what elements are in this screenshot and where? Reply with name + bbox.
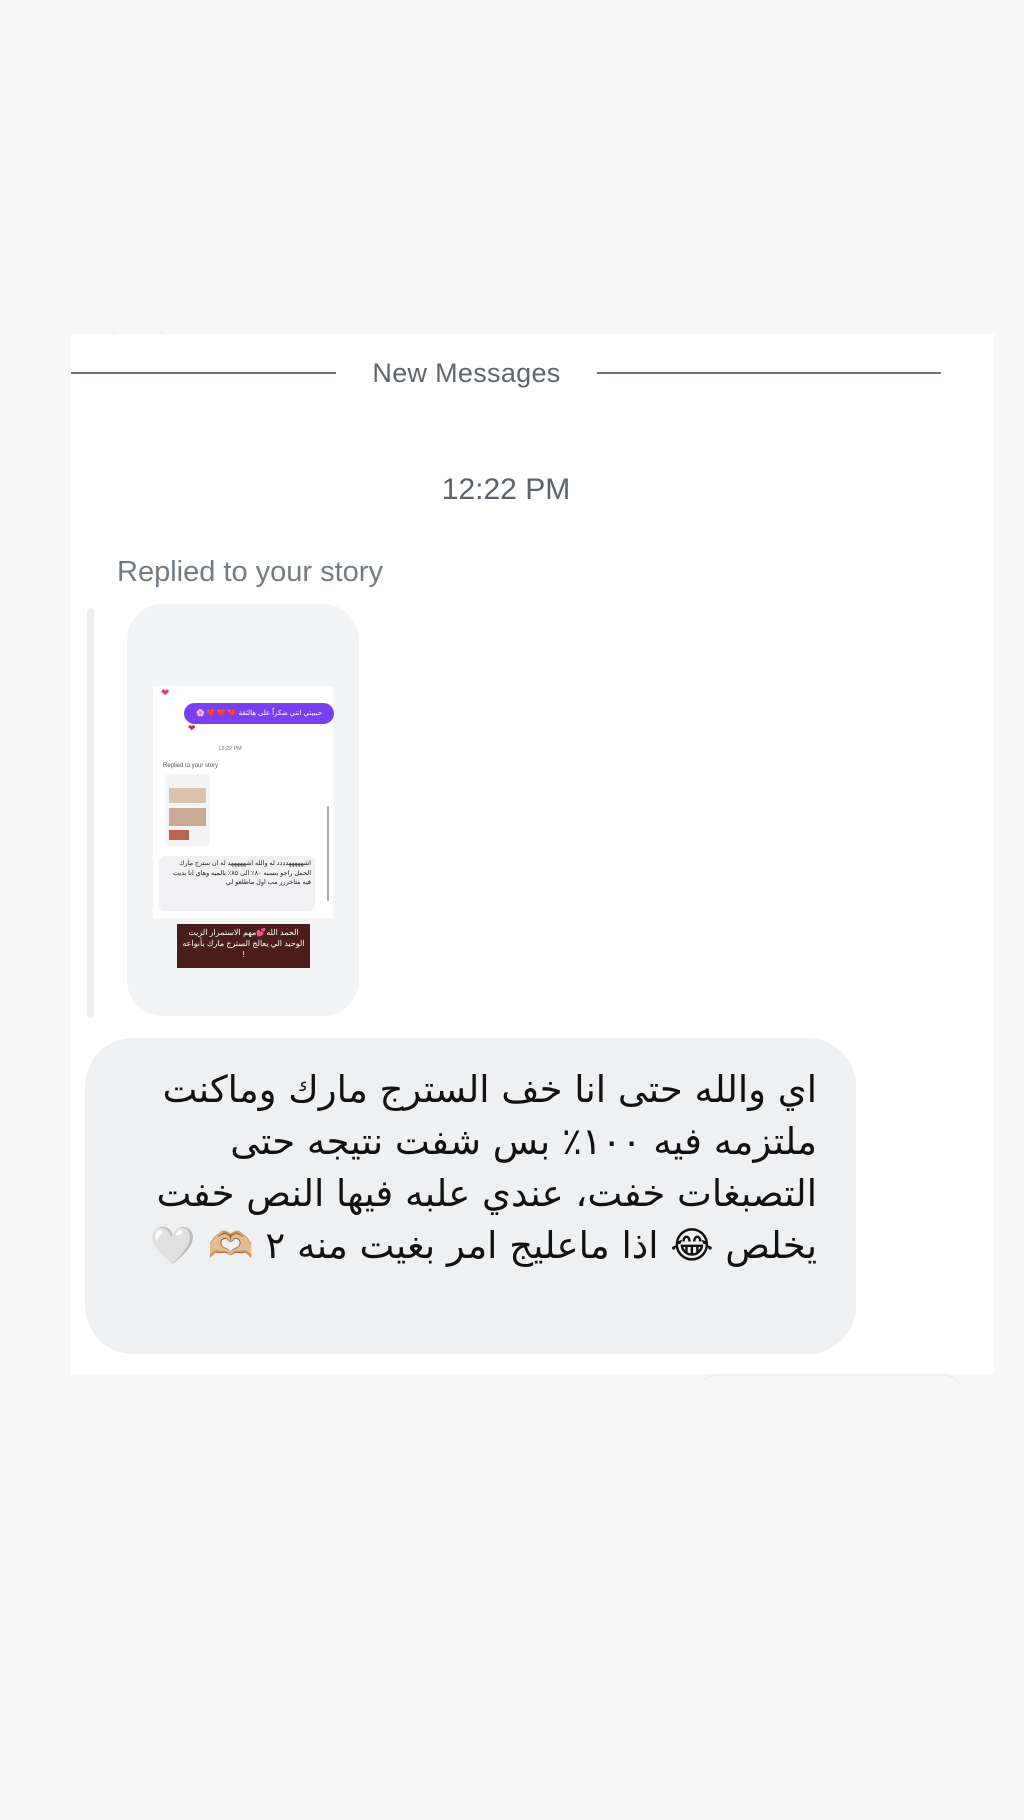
story-bubble: حبيبتي انتي شكراً على هالثقة ❤️ ❤️ ❤️ 🌸 xyxy=(184,703,334,724)
story-photo xyxy=(169,788,206,803)
story-caption: الحمد الله💕مهم الاستمرار الزيت الوحيد ال… xyxy=(177,924,310,968)
heart-reaction-icon: ❤ xyxy=(188,723,196,733)
story-replied-label: Replied to your story xyxy=(163,763,219,769)
message-timestamp: 12:22 PM xyxy=(441,473,571,506)
divider-line-right xyxy=(597,372,941,374)
story-time: 12:22 PM xyxy=(218,746,242,752)
message-text: اي والله حتى انا خف السترج مارك وماكنت م… xyxy=(149,1068,817,1267)
heart-icon: ❤ xyxy=(161,688,170,699)
reply-quote-bar xyxy=(87,608,94,1018)
new-messages-label: New Messages xyxy=(372,358,561,388)
story-scrollbar xyxy=(327,806,329,901)
replied-to-story-label: Replied to your story xyxy=(117,556,383,588)
chat-thread: New Messages 12:22 PM Replied to your st… xyxy=(71,334,994,1374)
story-photo xyxy=(169,808,206,826)
story-photo xyxy=(169,830,189,840)
divider-line-left xyxy=(71,372,336,374)
story-screenshot: ❤ حبيبتي انتي شكراً على هالثقة ❤️ ❤️ ❤️ … xyxy=(153,686,334,918)
story-image xyxy=(165,774,210,846)
story-reply-thumbnail[interactable]: ❤ حبيبتي انتي شكراً على هالثقة ❤️ ❤️ ❤️ … xyxy=(127,604,359,1016)
message-bubble[interactable]: اي والله حتى انا خف السترج مارك وماكنت م… xyxy=(85,1038,856,1354)
next-message-edge xyxy=(700,1374,960,1390)
story-message: اشهههههدددد له والله اشهههههد له ان سترج… xyxy=(159,856,315,911)
new-messages-divider: New Messages xyxy=(71,354,941,392)
